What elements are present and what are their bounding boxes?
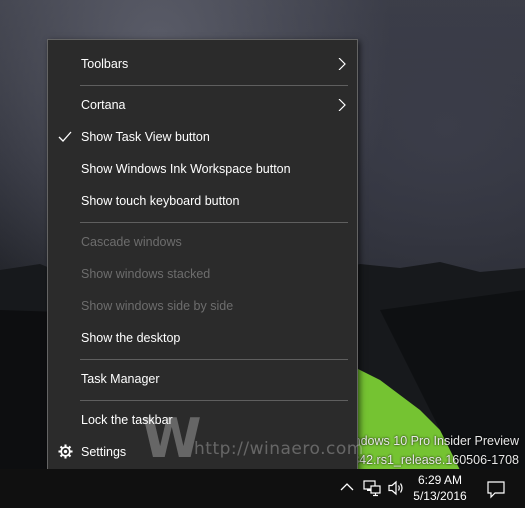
menu-item-show-windows-side-by-side: Show windows side by side <box>48 291 357 321</box>
build-watermark-line2: 14342.rs1_release.160506-1708 <box>338 453 519 467</box>
clock-time: 6:29 AM <box>417 473 463 487</box>
build-watermark-line1: Windows 10 Pro Insider Preview <box>339 434 519 448</box>
action-center-icon[interactable] <box>486 479 506 499</box>
menu-item-label: Show windows stacked <box>81 267 211 281</box>
menu-item-task-manager[interactable]: Task Manager <box>48 364 357 394</box>
taskbar-clock[interactable]: 6:29 AM 5/13/2016 <box>412 472 468 504</box>
taskbar[interactable]: 6:29 AM 5/13/2016 <box>0 469 525 508</box>
menu-item-show-task-view-button[interactable]: Show Task View button <box>48 122 357 152</box>
menu-item-settings[interactable]: Settings <box>48 437 357 467</box>
menu-separator <box>80 359 348 360</box>
menu-item-label: Cascade windows <box>81 235 182 249</box>
menu-item-label: Show Windows Ink Workspace button <box>81 162 291 176</box>
menu-item-show-windows-stacked: Show windows stacked <box>48 259 357 289</box>
menu-item-cortana[interactable]: Cortana <box>48 90 357 120</box>
menu-item-show-the-desktop[interactable]: Show the desktop <box>48 323 357 353</box>
taskbar-context-menu: Toolbars Cortana Show Task View button S… <box>47 39 363 477</box>
checkmark-icon <box>58 131 72 142</box>
menu-item-label: Settings <box>81 445 127 459</box>
menu-item-label: Show touch keyboard button <box>81 194 240 208</box>
menu-item-label: Task Manager <box>81 372 160 386</box>
menu-item-label: Show windows side by side <box>81 299 234 313</box>
menu-item-label: Show Task View button <box>81 130 210 144</box>
menu-item-label: Toolbars <box>81 57 129 71</box>
menu-item-label: Show the desktop <box>81 331 181 345</box>
menu-item-toolbars[interactable]: Toolbars <box>48 49 357 79</box>
menu-item-show-touch-keyboard-button[interactable]: Show touch keyboard button <box>48 186 357 216</box>
menu-separator <box>80 400 348 401</box>
menu-separator <box>80 222 348 223</box>
clock-date: 5/13/2016 <box>413 489 467 503</box>
gear-icon <box>58 444 73 459</box>
menu-item-show-windows-ink-workspace-button[interactable]: Show Windows Ink Workspace button <box>48 154 357 184</box>
menu-item-cascade-windows: Cascade windows <box>48 227 357 257</box>
chevron-right-icon <box>338 99 346 111</box>
chevron-right-icon <box>338 58 346 70</box>
menu-item-label: Lock the taskbar <box>81 413 173 427</box>
menu-item-lock-the-taskbar[interactable]: Lock the taskbar <box>48 405 357 435</box>
menu-item-label: Cortana <box>81 98 126 112</box>
chevron-up-icon[interactable] <box>340 482 354 492</box>
volume-icon[interactable] <box>387 479 405 497</box>
network-icon[interactable] <box>363 479 381 497</box>
menu-separator <box>80 85 348 86</box>
